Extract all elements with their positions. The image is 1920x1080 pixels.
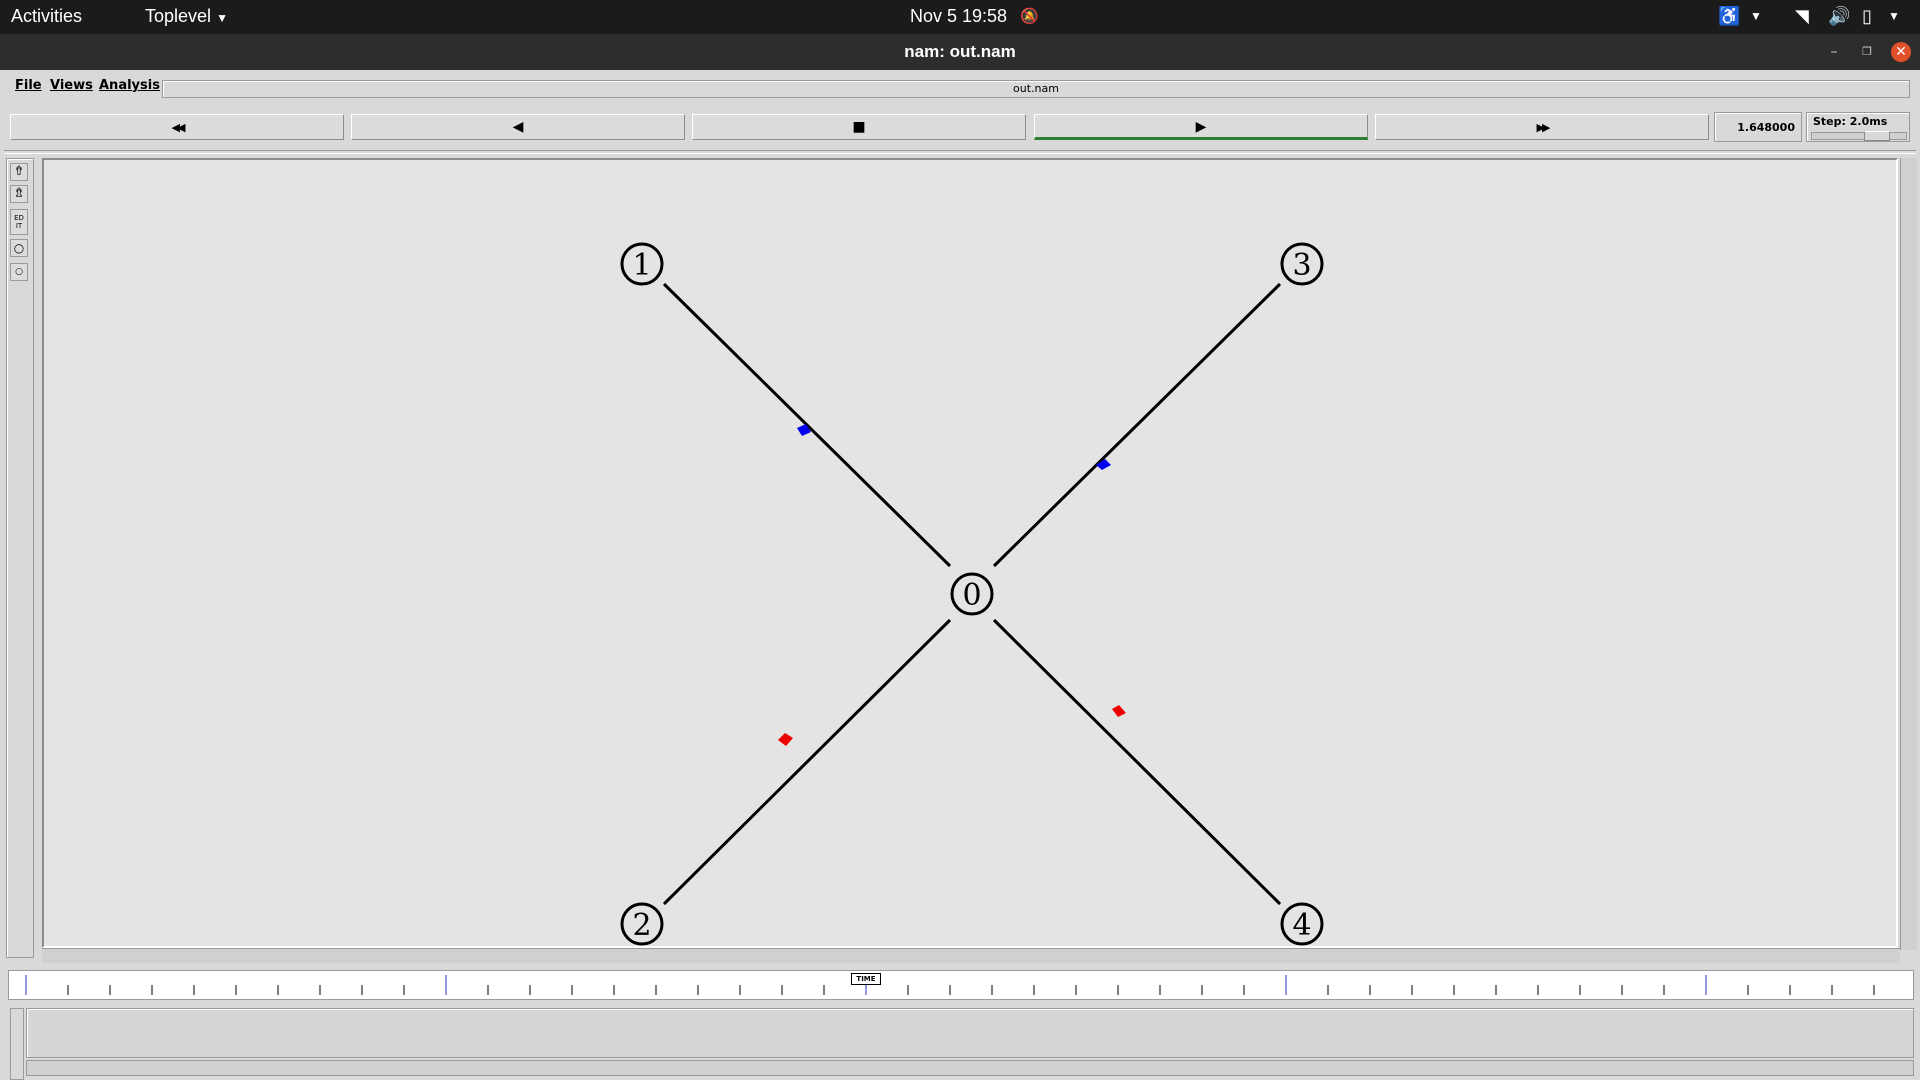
stop-icon: ■ <box>852 119 866 135</box>
node-1-label: 1 <box>632 248 651 283</box>
play-button[interactable]: ▶ <box>1034 114 1368 140</box>
node-0[interactable]: 0 <box>950 572 994 616</box>
rewind-button[interactable]: ◀◀ <box>10 114 344 140</box>
maximize-icon[interactable]: ❐ <box>1857 42 1877 62</box>
menu-analysis[interactable]: Analysis <box>99 78 160 93</box>
zoom-in-icon[interactable]: ⇮ <box>10 163 28 181</box>
play-backward-icon: ◀ <box>512 119 524 135</box>
accessibility-menu-chevron-icon[interactable]: ▼ <box>1750 9 1762 23</box>
zoom-out-icon[interactable]: ⇯ <box>10 185 28 203</box>
annotation-panel <box>26 1008 1914 1058</box>
node-tool-icon[interactable]: ○ <box>10 239 28 257</box>
clock[interactable]: Nov 5 19:58 <box>910 6 1007 27</box>
step-slider[interactable] <box>1811 131 1907 141</box>
packet-red-2 <box>1112 705 1126 717</box>
node-3-label: 3 <box>1292 248 1311 283</box>
window-title: nam: out.nam <box>904 42 1016 61</box>
step-back-button[interactable]: ◀ <box>351 114 685 140</box>
link-0-4[interactable] <box>992 618 1282 906</box>
packet-blue-2 <box>1096 459 1111 470</box>
trace-file-name: out.nam <box>162 80 1910 98</box>
app-menu-button[interactable]: Toplevel ▼ <box>145 6 228 27</box>
close-icon[interactable]: ✕ <box>1891 42 1911 62</box>
menu-views[interactable]: Views <box>50 78 93 93</box>
play-icon: ▶ <box>1195 119 1207 135</box>
link-0-1[interactable] <box>662 282 952 568</box>
packet-red-1 <box>778 733 793 746</box>
tool-strip: ⇮ ⇯ EDIT ○ ○ <box>6 158 34 958</box>
rewind-icon: ◀◀ <box>171 121 186 134</box>
nam-window: File Views Analysis out.nam ◀◀ ◀ ■ ▶ ▶▶ … <box>0 70 1920 1080</box>
network-canvas[interactable]: 1 3 0 2 4 <box>42 158 1898 948</box>
node-1[interactable]: 1 <box>620 242 664 286</box>
node-2[interactable]: 2 <box>620 902 664 946</box>
timeline-thumb-label: TIME <box>856 975 876 983</box>
minimize-icon[interactable]: – <box>1824 42 1844 62</box>
edit-tool-label: EDIT <box>14 214 24 230</box>
timeline-thumb[interactable]: TIME <box>851 973 881 985</box>
stop-button[interactable]: ■ <box>692 114 1026 140</box>
timeline-slider[interactable]: TIME <box>8 970 1914 1000</box>
fast-forward-button[interactable]: ▶▶ <box>1375 114 1709 140</box>
node-2-label: 2 <box>632 908 651 943</box>
node-4-label: 4 <box>1292 908 1311 943</box>
network-topology: 1 3 0 2 4 <box>620 242 1324 946</box>
menu-file[interactable]: File <box>15 78 42 93</box>
edit-tool-button[interactable]: EDIT <box>10 209 28 235</box>
fast-forward-icon: ▶▶ <box>1536 121 1551 134</box>
step-slider-thumb[interactable] <box>1864 131 1890 141</box>
node-3[interactable]: 3 <box>1280 242 1324 286</box>
annotation-vertical-scrollbar[interactable] <box>10 1008 24 1080</box>
system-top-bar: Activities Toplevel ▼ Nov 5 19:58 🔕 ♿ ▼ … <box>0 0 1920 34</box>
accessibility-icon[interactable]: ♿ <box>1718 6 1740 27</box>
window-title-bar[interactable]: nam: out.nam – ❐ ✕ <box>0 34 1920 70</box>
transport-controls: ◀◀ ◀ ■ ▶ ▶▶ <box>10 114 1910 142</box>
volume-icon[interactable]: 🔊 <box>1828 6 1850 27</box>
small-node-tool-icon[interactable]: ○ <box>10 263 28 281</box>
link-0-2[interactable] <box>662 618 952 906</box>
annotation-horizontal-scrollbar[interactable] <box>26 1060 1914 1076</box>
node-4[interactable]: 4 <box>1280 902 1324 946</box>
wifi-icon[interactable]: ◥ <box>1795 6 1809 27</box>
activities-button[interactable]: Activities <box>11 6 82 27</box>
step-label: Step: 2.0ms <box>1813 115 1888 128</box>
node-0-label: 0 <box>962 578 981 613</box>
link-0-3[interactable] <box>992 282 1282 568</box>
app-menu-label: Toplevel <box>145 6 212 26</box>
step-control: Step: 2.0ms <box>1806 112 1910 142</box>
notifications-muted-icon: 🔕 <box>1020 8 1039 25</box>
chevron-down-icon: ▼ <box>216 11 228 25</box>
timeline-ticks <box>25 975 1875 995</box>
canvas-vertical-scrollbar[interactable] <box>1900 158 1917 950</box>
time-readout: 1.648000 <box>1714 112 1802 142</box>
system-menu-chevron-icon[interactable]: ▼ <box>1888 9 1900 23</box>
battery-icon[interactable]: ▯ <box>1862 6 1872 27</box>
canvas-horizontal-scrollbar[interactable] <box>42 948 1900 963</box>
divider <box>4 150 1916 154</box>
